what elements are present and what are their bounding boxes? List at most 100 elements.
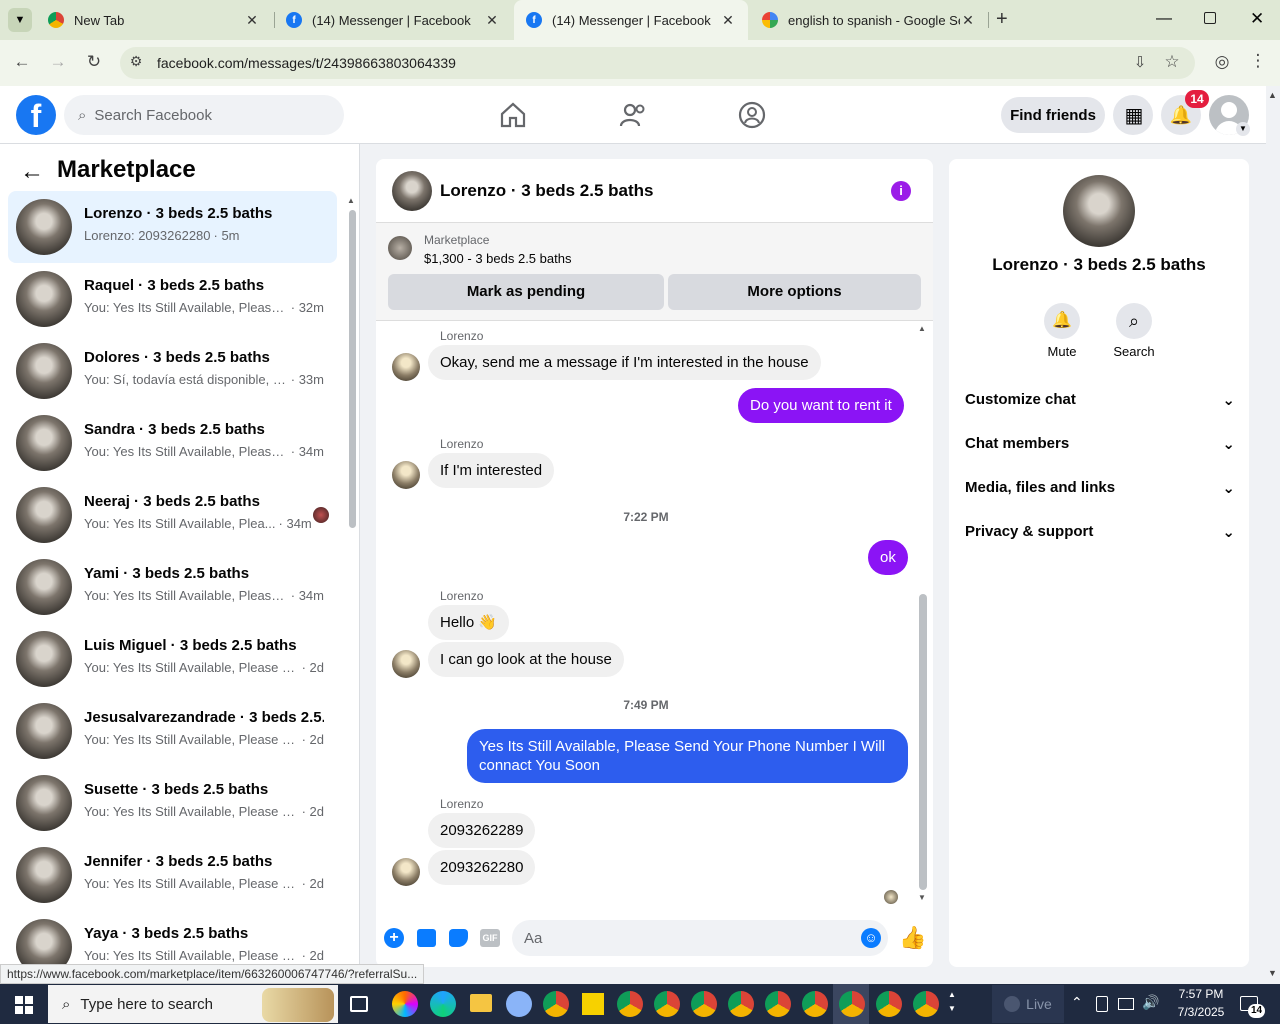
chrome-profile-icon[interactable] (728, 991, 754, 1017)
reload-icon[interactable]: ↻ (82, 52, 106, 72)
taskbar-time[interactable]: 7:57 PM (1168, 987, 1234, 1001)
volume-icon[interactable]: 🔊 (1142, 994, 1159, 1011)
conversation-item[interactable]: Luis Miguel · 3 beds 2.5 baths You: Yes I… (8, 623, 337, 695)
bookmark-star-icon[interactable]: ☆ (1160, 52, 1184, 72)
chat-scrollbar[interactable] (919, 594, 927, 890)
plus-actions-icon[interactable]: + (384, 928, 404, 948)
chrome-profile-icon[interactable] (691, 991, 717, 1017)
tab-google-translate[interactable]: english to spanish - Google Sea ✕ (750, 0, 988, 40)
find-friends-button[interactable]: Find friends (1001, 97, 1105, 133)
chrome-profile-icon[interactable] (654, 991, 680, 1017)
page-scroll-down-icon[interactable]: ▼ (1268, 968, 1277, 978)
groups-icon[interactable] (737, 100, 767, 130)
tab-new-tab[interactable]: New Tab ✕ (36, 0, 272, 40)
conversation-item[interactable]: Dolores · 3 beds 2.5 baths You: Sí, todav… (8, 335, 337, 407)
taskbar-scroll-icon[interactable]: ▲ ▼ (948, 988, 956, 1016)
search-in-chat-button[interactable]: ⌕ (1116, 303, 1152, 339)
mute-button[interactable]: 🔔 (1044, 303, 1080, 339)
windows-start-icon[interactable] (15, 996, 33, 1014)
message-incoming[interactable]: I can go look at the house (428, 642, 624, 677)
photo-attach-icon[interactable] (417, 929, 436, 947)
message-outgoing[interactable]: Do you want to rent it (738, 388, 904, 423)
chrome-profile-icon[interactable] (913, 991, 939, 1017)
account-chevron-icon[interactable]: ▼ (1236, 122, 1250, 136)
close-tab-icon[interactable]: ✕ (960, 12, 976, 29)
message-incoming[interactable]: Okay, send me a message if I'm intereste… (428, 345, 821, 380)
edge-icon[interactable] (430, 991, 456, 1017)
conversation-item[interactable]: Lorenzo · 3 beds 2.5 baths Lorenzo: 20932… (8, 191, 337, 263)
gif-icon[interactable]: GIF (480, 929, 500, 947)
close-tab-icon[interactable]: ✕ (720, 12, 736, 29)
chat-info-icon[interactable]: i (891, 181, 911, 201)
close-tab-icon[interactable]: ✕ (484, 12, 500, 29)
listing-detail[interactable]: $1,300 - 3 beds 2.5 baths (424, 251, 571, 266)
restore-icon[interactable] (1204, 12, 1216, 24)
tray-chevron-up-icon[interactable]: ⌃ (1071, 994, 1083, 1011)
chrome-profile-icon[interactable] (765, 991, 791, 1017)
home-icon[interactable] (498, 100, 528, 130)
tray-device-icon[interactable] (1096, 996, 1108, 1012)
message-incoming[interactable]: If I'm interested (428, 453, 555, 488)
conversation-item[interactable]: Yami · 3 beds 2.5 baths You: Yes Its Stil… (8, 551, 337, 623)
thumbs-up-icon[interactable]: 👍 (899, 925, 926, 951)
close-window-icon[interactable]: ✕ (1250, 9, 1264, 29)
emoji-icon[interactable]: ☺ (861, 928, 881, 948)
tab-search-button[interactable]: ▼ (8, 8, 32, 32)
chat-header-avatar[interactable] (392, 171, 432, 211)
message-outgoing[interactable]: ok (868, 540, 908, 575)
task-view-icon[interactable] (350, 996, 368, 1012)
message-incoming[interactable]: 2093262289 (428, 813, 536, 848)
message-outgoing[interactable]: Yes Its Still Available, Please Send You… (467, 729, 908, 783)
more-options-button[interactable]: More options (668, 274, 921, 310)
forward-icon[interactable]: → (46, 52, 70, 72)
menu-grid-icon[interactable]: ▦ (1113, 95, 1153, 135)
minimize-icon[interactable]: — (1156, 10, 1172, 28)
scroll-up-icon[interactable]: ▲ (347, 196, 355, 205)
chrome-profile-icon-active[interactable] (839, 991, 865, 1017)
chrome-profile-icon[interactable] (876, 991, 902, 1017)
page-scroll-up-icon[interactable]: ▲ (1268, 90, 1277, 100)
media-files-links-option[interactable]: Media, files and links ⌄ (965, 479, 1235, 497)
chat-title[interactable]: Lorenzo · 3 beds 2.5 baths (440, 181, 654, 201)
conversation-item[interactable]: Jesusalvarezandrade · 3 beds 2.5... You: … (8, 695, 337, 767)
conversation-scrollbar[interactable] (349, 210, 356, 528)
conversation-item[interactable]: Susette · 3 beds 2.5 baths You: Yes Its S… (8, 767, 337, 839)
paint-icon[interactable] (506, 991, 532, 1017)
profile-avatar[interactable] (1063, 175, 1135, 247)
tab-messenger-1[interactable]: f (14) Messenger | Facebook ✕ (274, 0, 512, 40)
message-incoming[interactable]: Hello 👋 (428, 605, 510, 640)
facebook-logo-icon[interactable]: f (16, 95, 56, 135)
chat-scroll-down-icon[interactable]: ▼ (918, 893, 926, 902)
customize-chat-option[interactable]: Customize chat ⌄ (965, 391, 1235, 409)
message-input[interactable] (512, 920, 888, 956)
friends-icon[interactable] (618, 100, 648, 130)
profile-icon[interactable]: ◎ (1210, 52, 1234, 72)
close-tab-icon[interactable]: ✕ (244, 12, 260, 29)
message-incoming[interactable]: 2093262280 (428, 850, 536, 885)
chat-scroll-up-icon[interactable]: ▲ (918, 324, 926, 333)
privacy-support-option[interactable]: Privacy & support ⌄ (965, 523, 1235, 541)
chrome-profile-icon[interactable] (802, 991, 828, 1017)
listing-thumbnail[interactable] (388, 236, 412, 260)
conversation-item[interactable]: Jennifer · 3 beds 2.5 baths You: Yes Its … (8, 839, 337, 911)
chrome-icon[interactable] (543, 991, 569, 1017)
taskbar-date[interactable]: 7/3/2025 (1168, 1005, 1234, 1019)
copilot-icon[interactable] (392, 991, 418, 1017)
live-widget[interactable]: Live (992, 985, 1064, 1023)
back-arrow-icon[interactable]: ← (20, 158, 44, 186)
conversation-item[interactable]: Sandra · 3 beds 2.5 baths You: Yes Its St… (8, 407, 337, 479)
install-app-icon[interactable]: ⇩ (1128, 53, 1152, 71)
conversation-item[interactable]: Neeraj · 3 beds 2.5 baths You: Yes Its St… (8, 479, 337, 551)
chrome-profile-icon[interactable] (617, 991, 643, 1017)
site-info-icon[interactable]: ⚙ (124, 53, 148, 70)
tab-messenger-2-active[interactable]: f (14) Messenger | Facebook ✕ (514, 0, 748, 40)
menu-kebab-icon[interactable]: ⋮ (1246, 51, 1270, 71)
new-tab-icon[interactable]: + (996, 8, 1008, 31)
back-icon[interactable]: ← (10, 52, 34, 72)
file-explorer-icon[interactable] (470, 994, 492, 1012)
conversation-item[interactable]: Raquel · 3 beds 2.5 baths You: Yes Its St… (8, 263, 337, 335)
facebook-search-input[interactable]: ⌕ Search Facebook (64, 95, 344, 135)
chat-members-option[interactable]: Chat members ⌄ (965, 435, 1235, 453)
sticky-notes-icon[interactable] (582, 993, 604, 1015)
mark-as-pending-button[interactable]: Mark as pending (388, 274, 664, 310)
